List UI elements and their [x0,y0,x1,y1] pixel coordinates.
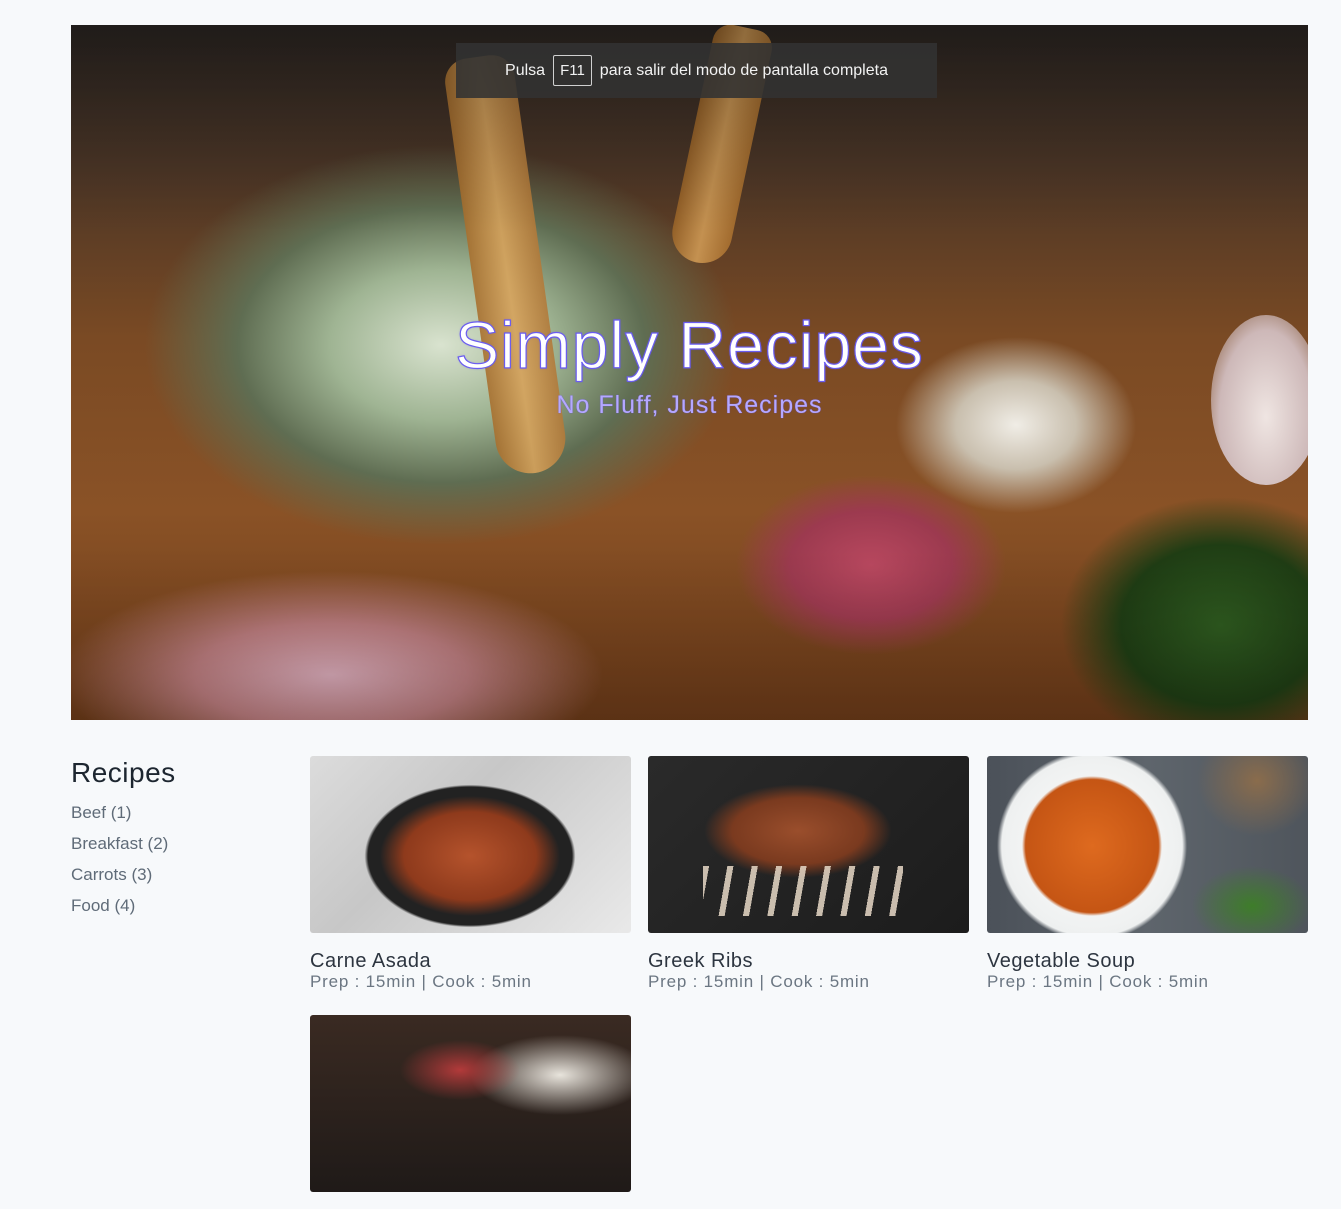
recipe-times: Prep : 15min | Cook : 5min [987,972,1209,991]
f11-key-badge: F11 [553,55,592,86]
category-list: Beef (1) Breakfast (2) Carrots (3) Food … [71,803,291,927]
site-title: Simply Recipes [454,307,924,382]
recipe-title[interactable]: Vegetable Soup [987,950,1308,972]
recipe-image-detail [703,866,903,916]
category-link-food[interactable]: Food (4) [71,896,291,927]
fullscreen-notice-prefix: Pulsa [505,61,546,79]
recipe-times: Prep : 15min | Cook : 5min [648,972,870,991]
sidebar-heading: Recipes [71,757,176,788]
recipe-title[interactable]: Carne Asada [310,950,631,972]
hero-banner: Simply Recipes No Fluff, Just Recipes [71,25,1308,720]
category-link-beef[interactable]: Beef (1) [71,803,291,834]
category-link-breakfast[interactable]: Breakfast (2) [71,834,291,865]
fullscreen-notice-suffix: para salir del modo de pantalla completa [599,61,888,79]
recipe-image[interactable] [310,1015,631,1192]
recipe-image[interactable] [648,756,969,933]
fullscreen-notice: Pulsa F11 para salir del modo de pantall… [456,43,937,98]
category-link-carrots[interactable]: Carrots (3) [71,865,291,896]
recipe-title[interactable]: Greek Ribs [648,950,969,972]
recipe-image[interactable] [310,756,631,933]
recipe-image[interactable] [987,756,1308,933]
recipe-times: Prep : 15min | Cook : 5min [310,972,532,991]
recipe-card[interactable]: Carne Asada Prep : 15min | Cook : 5min [310,756,631,992]
site-tagline: No Fluff, Just Recipes [556,391,823,419]
recipe-card[interactable] [310,1015,631,1209]
recipe-card[interactable]: Vegetable Soup Prep : 15min | Cook : 5mi… [987,756,1308,992]
recipe-card[interactable]: Greek Ribs Prep : 15min | Cook : 5min [648,756,969,992]
recipe-category-sidebar: Recipes Beef (1) Breakfast (2) Carrots (… [71,757,291,927]
